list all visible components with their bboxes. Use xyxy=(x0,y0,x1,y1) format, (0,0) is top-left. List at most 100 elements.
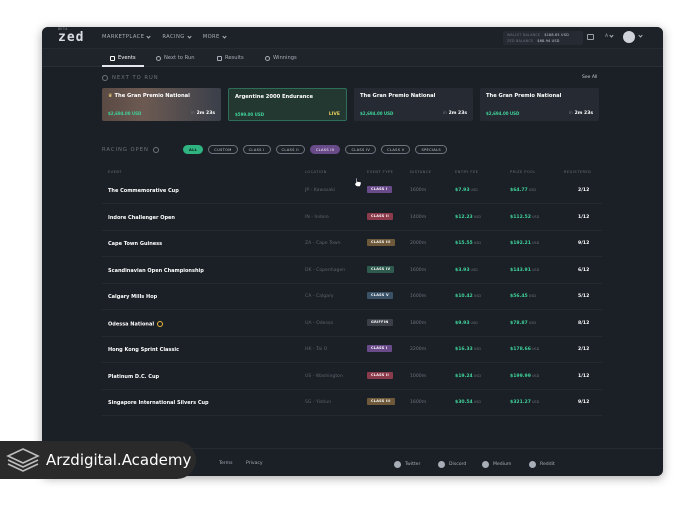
tab-next-to-run[interactable]: Next to Run xyxy=(156,55,195,61)
col-prize-pool[interactable]: PRIZE POOL xyxy=(510,170,536,174)
prize-pool-value: $192.21 xyxy=(510,241,531,246)
col-event[interactable]: EVENT xyxy=(108,170,122,174)
prize-pool: $78.87USD xyxy=(510,321,536,326)
registered-count: 1/12 xyxy=(578,373,590,379)
col-event-type[interactable]: EVENT TYPE xyxy=(367,170,393,174)
terms-link[interactable]: Terms xyxy=(219,461,233,466)
reddit-icon xyxy=(529,461,536,468)
currency-unit: USD xyxy=(470,320,478,325)
table-row[interactable]: Singapore International Silvers Cup SG - … xyxy=(102,390,602,416)
race-name: The Gran Premio National xyxy=(486,93,562,99)
discord-link[interactable]: Discord xyxy=(438,461,466,468)
filter-class-iii[interactable]: CLASS III xyxy=(309,145,341,154)
race-name: The Gran Premio National xyxy=(360,93,436,99)
nav-marketplace[interactable]: MARKETPLACE xyxy=(102,33,151,40)
wallet-balance-panel[interactable]: WALLET BALANCE $188.65 USD ZED BALANCE $68… xyxy=(503,31,663,65)
events-table-header: EVENT LOCATION EVENT TYPE DISTANCE ENTRY… xyxy=(42,166,663,178)
twitter-link[interactable]: Twitter xyxy=(394,461,420,468)
nav-racing[interactable]: RACING xyxy=(162,33,192,40)
zed-logo[interactable]: BETA zed xyxy=(58,27,84,45)
see-all-link[interactable]: See All xyxy=(582,75,597,80)
filter-custom[interactable]: CUSTOM xyxy=(208,145,238,154)
language-switch[interactable]: A xyxy=(605,33,614,39)
event-location: US - Washington xyxy=(305,373,343,379)
event-name: Calgary Mills Hop xyxy=(108,294,157,300)
event-name: Indore Challenger Open xyxy=(108,215,175,221)
filter-specials[interactable]: SPECIALS xyxy=(415,145,447,154)
event-name-text: Indore Challenger Open xyxy=(108,214,175,221)
race-name: Argentine 2000 Endurance xyxy=(235,94,314,100)
next-race-card[interactable]: The Gran Premio National $2,694.00 USD i… xyxy=(354,88,473,121)
table-row[interactable]: Hong Kong Sprint Classic HK - Tai O CLASS … xyxy=(102,337,602,363)
next-race-card[interactable]: ♛ The Gran Premio National $2,694.00 USD … xyxy=(102,88,221,121)
twitter-label: Twitter xyxy=(405,462,421,467)
race-prize: $2,694.00 USD xyxy=(108,111,142,116)
tab-results[interactable]: Results xyxy=(217,55,244,61)
event-type-badge: CLASS III xyxy=(367,239,395,246)
entry-fee: $30.54USD xyxy=(455,400,481,405)
race-countdown: in 2m 23s xyxy=(569,111,593,116)
currency-unit: USD xyxy=(473,400,481,404)
stacked-layers-icon xyxy=(6,448,40,472)
filter-class-iv[interactable]: CLASS IV xyxy=(345,145,377,154)
avatar[interactable] xyxy=(623,31,635,43)
registered-count: 9/12 xyxy=(578,400,590,405)
entry-fee-value: $16.33 xyxy=(455,347,473,352)
entry-fee-value: $19.24 xyxy=(455,373,473,379)
registered-count: 8/12 xyxy=(578,320,590,326)
nav-more[interactable]: MORE xyxy=(203,33,227,40)
countdown-value: 2m 23s xyxy=(574,111,593,116)
table-row[interactable]: Platinum D.C. Cup US - Washington CLASS II… xyxy=(102,364,602,390)
event-name: Singapore International Silvers Cup xyxy=(108,400,209,406)
table-row[interactable]: Odessa National UA - Odessa GRIFFIN 1800m $9… xyxy=(102,311,602,337)
entry-fee: $3.93USD xyxy=(455,268,478,273)
watermark-text: Arzdigital.Academy xyxy=(46,451,192,469)
table-row[interactable]: Calgary Mills Hop CA - Calgary CLASS V 1600… xyxy=(102,284,602,310)
countdown-prefix: in xyxy=(568,111,573,116)
wallet-icon[interactable] xyxy=(587,34,594,40)
reddit-link[interactable]: Reddit xyxy=(529,461,555,468)
col-entry-fee[interactable]: ENTRY FEE xyxy=(455,170,478,174)
entry-fee: $12.23USD xyxy=(455,215,481,220)
table-row[interactable]: Cape Town Guiness ZA - Cape Town CLASS III… xyxy=(102,231,602,257)
event-location: DK - Copenhagen xyxy=(305,267,346,273)
race-name-text: The Gran Premio National xyxy=(114,93,190,99)
countdown-prefix: in xyxy=(442,111,447,116)
filter-all[interactable]: ALL xyxy=(183,145,204,154)
wallet-balance-value: $188.65 USD xyxy=(544,33,569,37)
filter-class-ii[interactable]: CLASS II xyxy=(275,145,305,154)
event-type-badge: CLASS V xyxy=(367,292,393,299)
filter-class-i[interactable]: CLASS I xyxy=(242,145,271,154)
filter-class-v[interactable]: CLASS V xyxy=(381,145,411,154)
prize-pool-value: $78.87 xyxy=(510,320,528,326)
medium-link[interactable]: Medium xyxy=(482,461,511,468)
tab-winnings[interactable]: Winnings xyxy=(265,55,297,61)
event-type-badge: CLASS III xyxy=(367,398,395,405)
racing-open-title: RACING OPEN xyxy=(102,147,149,153)
next-race-card[interactable]: Argentine 2000 Endurance $599.00 USD LIV… xyxy=(228,88,347,121)
race-prize: $2,694.00 USD xyxy=(360,111,394,116)
privacy-link[interactable]: Privacy xyxy=(246,461,263,466)
app-window: BETA zed MARKETPLACE RACING MORE WALLET … xyxy=(42,27,663,476)
info-icon[interactable] xyxy=(152,147,159,153)
col-registered[interactable]: REGISTERED xyxy=(564,170,591,174)
event-name-text: Odessa National xyxy=(108,321,155,327)
table-row[interactable]: Scandinavian Open Championship DK - Copen… xyxy=(102,258,602,284)
tab-next-to-run-label: Next to Run xyxy=(164,55,195,61)
race-prize: $2,694.00 USD xyxy=(486,111,520,116)
entry-fee: $10.42USD xyxy=(455,294,481,299)
col-location[interactable]: LOCATION xyxy=(305,170,327,174)
event-type-badge: CLASS II xyxy=(367,212,394,220)
currency-unit: USD xyxy=(473,373,481,378)
tab-events[interactable]: Events xyxy=(110,55,136,61)
currency-unit: USD xyxy=(473,347,481,351)
clock-icon xyxy=(102,75,108,81)
event-location: HK - Tai O xyxy=(305,347,328,352)
reddit-label: Reddit xyxy=(540,462,555,467)
col-distance[interactable]: DISTANCE xyxy=(410,170,431,174)
table-row[interactable]: The Commemorative Cup JP - Kawasaki CLASS … xyxy=(102,178,602,204)
prize-pool-value: $178.66 xyxy=(510,347,531,352)
table-row[interactable]: Indore Challenger Open IN - Indore CLASS I… xyxy=(102,205,602,231)
entry-fee-value: $10.42 xyxy=(455,294,473,299)
next-race-card[interactable]: The Gran Premio National $2,694.00 USD i… xyxy=(480,88,599,121)
